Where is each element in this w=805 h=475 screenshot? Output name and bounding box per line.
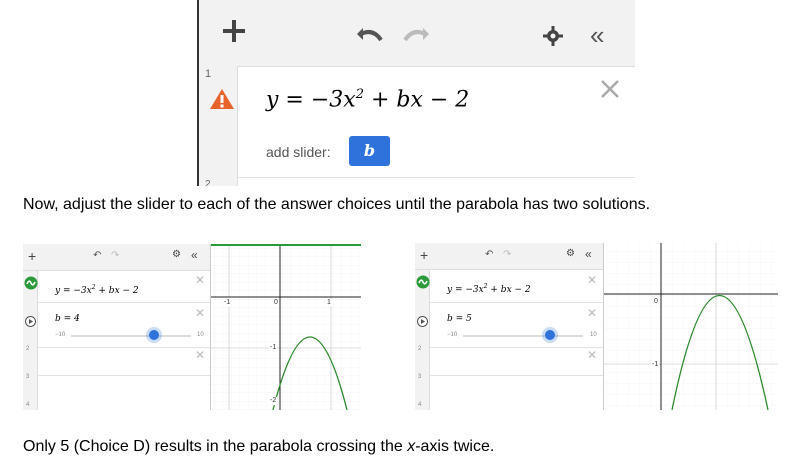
collapse-icon[interactable]: « xyxy=(590,22,604,48)
close-icon[interactable]: ✕ xyxy=(195,274,205,286)
row-gutter: 1 2 xyxy=(199,66,238,186)
tick-label: -1 xyxy=(223,299,232,307)
undo-icon[interactable]: ↶ xyxy=(485,249,493,260)
row-number: 4 xyxy=(26,402,30,408)
slider-min: −10 xyxy=(55,332,66,338)
expression-row[interactable]: y = −3x2 + bx − 2 add slider: b xyxy=(238,67,635,177)
close-icon[interactable]: ✕ xyxy=(587,349,597,361)
desmos-logo-icon xyxy=(24,276,38,295)
gear-icon[interactable] xyxy=(543,26,563,51)
plus-icon[interactable]: + xyxy=(28,248,36,264)
left-calculator: + ↶ ↷ ⚙ « 2 3 4 y = −3x2 + bx − 2 ✕ b = … xyxy=(23,244,361,410)
row-number: 1 xyxy=(205,68,212,80)
row-number: 2 xyxy=(205,179,211,186)
plus-icon[interactable] xyxy=(221,18,247,44)
row-number: 3 xyxy=(418,374,422,380)
right-slider-label: b = 5 xyxy=(447,314,472,324)
left-toolbar: + ↶ ↷ ⚙ « xyxy=(23,244,210,271)
play-icon[interactable] xyxy=(417,314,428,332)
gear-icon[interactable]: ⚙ xyxy=(172,249,181,260)
expression-text[interactable]: y = −3x2 + bx − 2 xyxy=(266,87,469,112)
add-slider-b-button[interactable]: b xyxy=(349,136,390,166)
conclusion-text: Only 5 (Choice D) results in the parabol… xyxy=(23,438,495,455)
tick-label: -2 xyxy=(269,397,278,405)
slider-track[interactable] xyxy=(463,335,583,337)
desmos-logo-icon xyxy=(416,275,430,294)
close-icon[interactable]: ✕ xyxy=(195,349,205,361)
add-slider-label: add slider: xyxy=(266,144,331,160)
row-number: 2 xyxy=(26,346,30,352)
slider-max: 10 xyxy=(197,332,204,338)
plus-icon[interactable]: + xyxy=(420,247,428,263)
warning-icon xyxy=(209,88,235,115)
gear-icon[interactable]: ⚙ xyxy=(566,248,575,259)
left-slider-label: b = 4 xyxy=(55,314,80,324)
collapse-icon[interactable]: « xyxy=(191,248,198,262)
tick-label: 0 xyxy=(273,299,279,307)
play-icon[interactable] xyxy=(25,314,36,332)
right-graph[interactable] xyxy=(604,243,778,410)
undo-icon[interactable]: ↶ xyxy=(93,250,101,261)
slider-min: −10 xyxy=(447,332,458,338)
tick-label: 0 xyxy=(653,298,659,306)
row-number: 3 xyxy=(26,374,30,380)
redo-icon[interactable] xyxy=(403,26,431,49)
row-number: 2 xyxy=(418,346,422,352)
slider-handle[interactable] xyxy=(149,330,159,340)
collapse-icon[interactable]: « xyxy=(585,247,592,261)
slider-handle[interactable] xyxy=(545,330,555,340)
instruction-text: Now, adjust the slider to each of the an… xyxy=(23,196,651,213)
right-expression[interactable]: y = −3x2 + bx − 2 xyxy=(447,283,531,295)
slider-track[interactable] xyxy=(71,335,191,337)
row-number: 4 xyxy=(418,402,422,408)
redo-icon[interactable]: ↷ xyxy=(111,250,119,261)
close-icon[interactable] xyxy=(600,79,620,104)
expression-panel: « 1 2 y = −3x2 + bx − 2 add slider: b xyxy=(197,0,635,186)
tick-label: -1 xyxy=(651,361,660,369)
left-graph[interactable] xyxy=(211,246,361,410)
right-toolbar: + ↶ ↷ ⚙ « xyxy=(415,243,603,270)
tick-label: 1 xyxy=(326,299,332,307)
close-icon[interactable]: ✕ xyxy=(195,307,205,319)
undo-icon[interactable] xyxy=(355,26,383,49)
close-icon[interactable]: ✕ xyxy=(587,274,597,286)
close-icon[interactable]: ✕ xyxy=(587,307,597,319)
redo-icon[interactable]: ↷ xyxy=(503,249,511,260)
tick-label: -1 xyxy=(269,344,278,352)
slider-max: 10 xyxy=(590,332,597,338)
expression-toolbar: « xyxy=(199,0,635,67)
left-expression[interactable]: y = −3x2 + bx − 2 xyxy=(55,284,139,296)
right-calculator: + ↶ ↷ ⚙ « 2 3 4 y = −3x2 + bx − 2 ✕ b = … xyxy=(415,243,778,410)
